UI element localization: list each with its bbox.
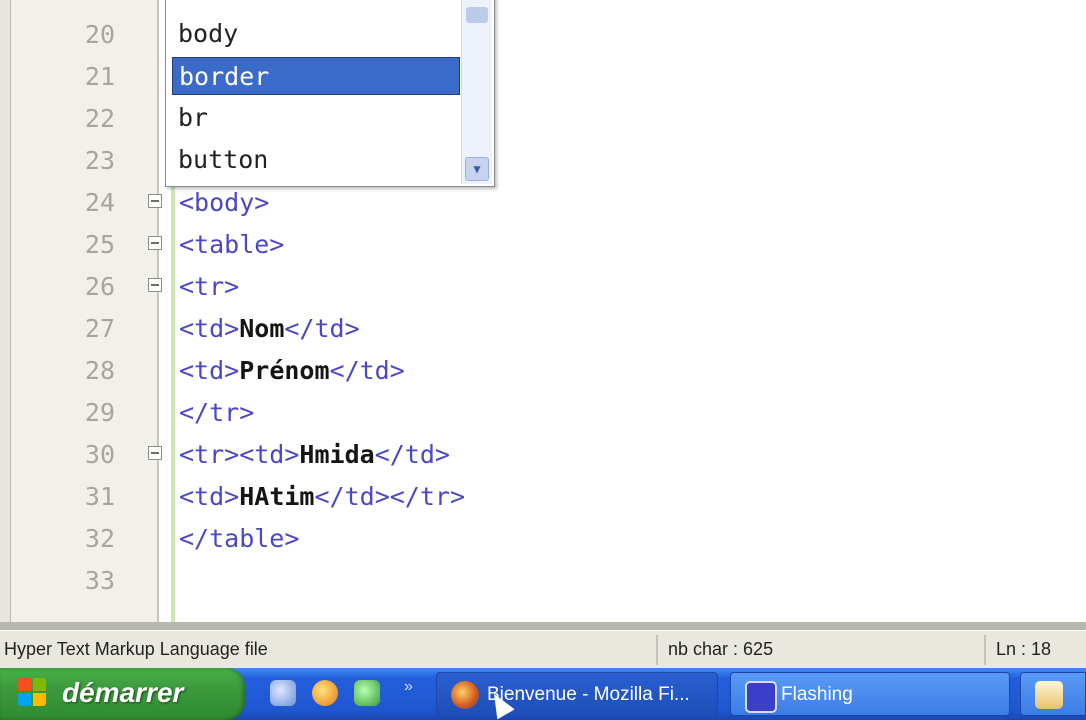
status-char-count: nb char : 625 (668, 639, 774, 659)
line-number: 21 (84, 62, 115, 91)
status-divider (656, 635, 658, 665)
tag-open: <td> (179, 356, 240, 385)
start-button[interactable]: démarrer (0, 668, 245, 720)
browser-icon[interactable] (312, 680, 338, 706)
tag-close: </td> (374, 440, 450, 469)
code-line[interactable]: 24 <body> (0, 182, 1086, 224)
autocomplete-item[interactable]: br (172, 99, 460, 137)
autocomplete-item-selected[interactable]: border (172, 57, 460, 95)
code-line[interactable]: 26 <tr> (0, 266, 1086, 308)
taskbar-item-label: Flashing (781, 684, 853, 705)
code-text: <td>Prénom</td> (179, 350, 405, 392)
windows-logo-icon (18, 678, 48, 708)
fold-toggle-icon[interactable] (148, 278, 162, 292)
tag-close: </td> (284, 314, 360, 343)
autocomplete-scrollbar[interactable]: ▼ (461, 0, 492, 184)
tag-open: <tr><td> (179, 440, 300, 469)
notepad-icon (1035, 681, 1063, 709)
status-line-number: Ln : 18 (996, 639, 1052, 659)
code-line[interactable]: 33 (0, 560, 1086, 602)
line-number: 25 (84, 230, 115, 259)
line-number: 23 (84, 146, 115, 175)
autocomplete-item[interactable]: body (172, 15, 460, 53)
code-line[interactable]: 31 <td>HAtim</td></tr> (0, 476, 1086, 518)
quicklaunch-expand-icon[interactable]: » (404, 678, 413, 696)
taskbar-item-label: Bienvenue - Mozilla Fi... (487, 684, 690, 705)
fold-toggle-icon[interactable] (148, 236, 162, 250)
scrollbar-thumb[interactable] (466, 7, 488, 23)
line-number: 31 (84, 482, 115, 511)
code-line[interactable]: 27 <td>Nom</td> (0, 308, 1086, 350)
line-number: 27 (84, 314, 115, 343)
code-line[interactable]: 20 (0, 14, 1086, 56)
code-text: <tr> (179, 272, 240, 301)
taskbar-item-flashing[interactable]: Flashing (730, 672, 1010, 716)
flashing-app-icon (745, 681, 777, 713)
fold-toggle-icon[interactable] (148, 194, 162, 208)
status-file-type: Hyper Text Markup Language file (4, 639, 268, 659)
code-line[interactable]: 21 (0, 56, 1086, 98)
line-number: 24 (84, 188, 115, 217)
line-number: 20 (84, 20, 115, 49)
line-number: 29 (84, 398, 115, 427)
cell-text: Prénom (239, 356, 330, 385)
fold-toggle-icon[interactable] (148, 446, 162, 460)
line-number: 32 (84, 524, 115, 553)
cell-text: HAtim (239, 482, 315, 511)
show-desktop-icon[interactable] (270, 680, 296, 706)
autocomplete-popup[interactable]: body border br button ▼ (165, 0, 495, 187)
code-text: <td>HAtim</td></tr> (179, 476, 465, 518)
line-number: 26 (84, 272, 115, 301)
code-line[interactable]: 30 <tr><td>Hmida</td> (0, 434, 1086, 476)
code-text: <body> (179, 188, 270, 217)
tag-open: <td> (179, 314, 240, 343)
start-label: démarrer (62, 677, 184, 708)
code-text: </table> (179, 524, 300, 553)
cell-text: Nom (239, 314, 285, 343)
code-text: <table> (179, 230, 285, 259)
code-editor[interactable]: 20 21 22 23 24 <body> 25 <table> 26 <tr>… (0, 0, 1086, 622)
tag-close: </td></tr> (314, 482, 465, 511)
code-line[interactable]: 29 </tr> (0, 392, 1086, 434)
taskbar-item-firefox[interactable]: Bienvenue - Mozilla Fi... (436, 672, 718, 716)
tag-close: </td> (329, 356, 405, 385)
code-line[interactable]: 32 </table> (0, 518, 1086, 560)
code-line[interactable]: 28 <td>Prénom</td> (0, 350, 1086, 392)
code-text: <tr><td>Hmida</td> (179, 434, 450, 476)
panel-separator[interactable] (0, 622, 1086, 630)
cell-text: Hmida (299, 440, 375, 469)
scroll-down-icon[interactable]: ▼ (465, 157, 489, 181)
taskbar-item-editor[interactable] (1020, 672, 1086, 716)
code-line[interactable]: 25 <table> (0, 224, 1086, 266)
code-text: </tr> (179, 398, 255, 427)
messenger-icon[interactable] (354, 680, 380, 706)
code-text: <td>Nom</td> (179, 308, 360, 350)
code-line[interactable]: 22 (0, 98, 1086, 140)
autocomplete-item[interactable]: button (172, 141, 460, 179)
line-number: 30 (84, 440, 115, 469)
status-divider (984, 635, 986, 665)
taskbar: démarrer » Bienvenue - Mozilla Fi... Fla… (0, 668, 1086, 720)
line-number: 28 (84, 356, 115, 385)
code-line[interactable]: 23 (0, 140, 1086, 182)
status-bar: Hyper Text Markup Language file nb char … (0, 630, 1086, 669)
line-number: 22 (84, 104, 115, 133)
line-number: 33 (84, 566, 115, 595)
firefox-icon (451, 681, 479, 709)
tag-open: <td> (179, 482, 240, 511)
